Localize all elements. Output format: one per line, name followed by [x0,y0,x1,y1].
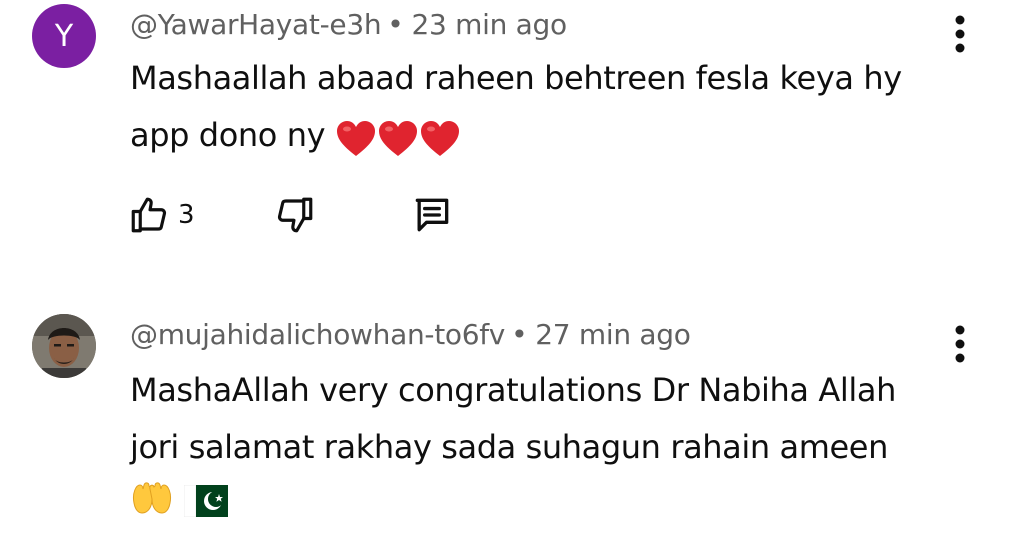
comment-text: Mashaallah abaad raheen behtreen fesla k… [130,50,930,166]
heart-icon [420,120,459,156]
palms-up-together-emoji [130,478,174,535]
comment-text-line: app dono ny [130,107,930,166]
comment-emoji-line [130,476,930,535]
comment-text: MashaAllah very congratulations Dr Nabih… [130,362,930,535]
separator-dot: • [511,318,528,351]
comment-1: Y @YawarHayat-e3h • 23 min ago Mashaallah … [0,0,1024,280]
thumbs-down-icon [277,197,313,233]
heart-icon [378,120,417,156]
thumbs-up-icon [131,197,167,233]
palms-icon [133,481,171,514]
comment-text-fragment: app dono ny [130,116,326,154]
more-vert-icon [955,15,965,53]
comment-meta: @YawarHayat-e3h • 23 min ago [130,8,567,41]
more-vert-icon [955,325,965,363]
flag-icon [183,484,228,517]
comment-text-line: jori salamat rakhay sada suhagun rahain … [130,428,888,466]
comment-2: @mujahidalichowhan-to6fv • 27 min ago Mash… [0,310,1024,558]
comment-text-line: Mashaallah abaad raheen behtreen fesla k… [130,59,902,97]
timestamp[interactable]: 23 min ago [412,8,568,41]
avatar-photo [32,314,96,378]
author-name[interactable]: @YawarHayat-e3h [130,8,382,41]
red-heart-emoji [377,109,419,166]
avatar-letter: Y [54,18,74,54]
red-heart-emoji [335,109,377,166]
more-options-button[interactable] [944,10,976,58]
heart-icon [336,120,375,156]
more-options-button[interactable] [944,320,976,368]
like-count: 3 [178,200,195,230]
timestamp[interactable]: 27 min ago [535,318,691,351]
comment-meta: @mujahidalichowhan-to6fv • 27 min ago [130,318,691,351]
reply-button[interactable] [410,190,454,240]
dislike-button[interactable] [274,190,316,240]
avatar[interactable]: Y [32,4,96,68]
avatar[interactable] [32,314,96,378]
reply-icon [415,198,449,232]
separator-dot: • [387,8,404,41]
author-name[interactable]: @mujahidalichowhan-to6fv [130,318,505,351]
red-heart-emoji [419,109,461,166]
comment-text-line: MashaAllah very congratulations Dr Nabih… [130,371,896,409]
like-button[interactable]: 3 [128,190,195,240]
pakistan-flag-emoji [183,478,228,535]
